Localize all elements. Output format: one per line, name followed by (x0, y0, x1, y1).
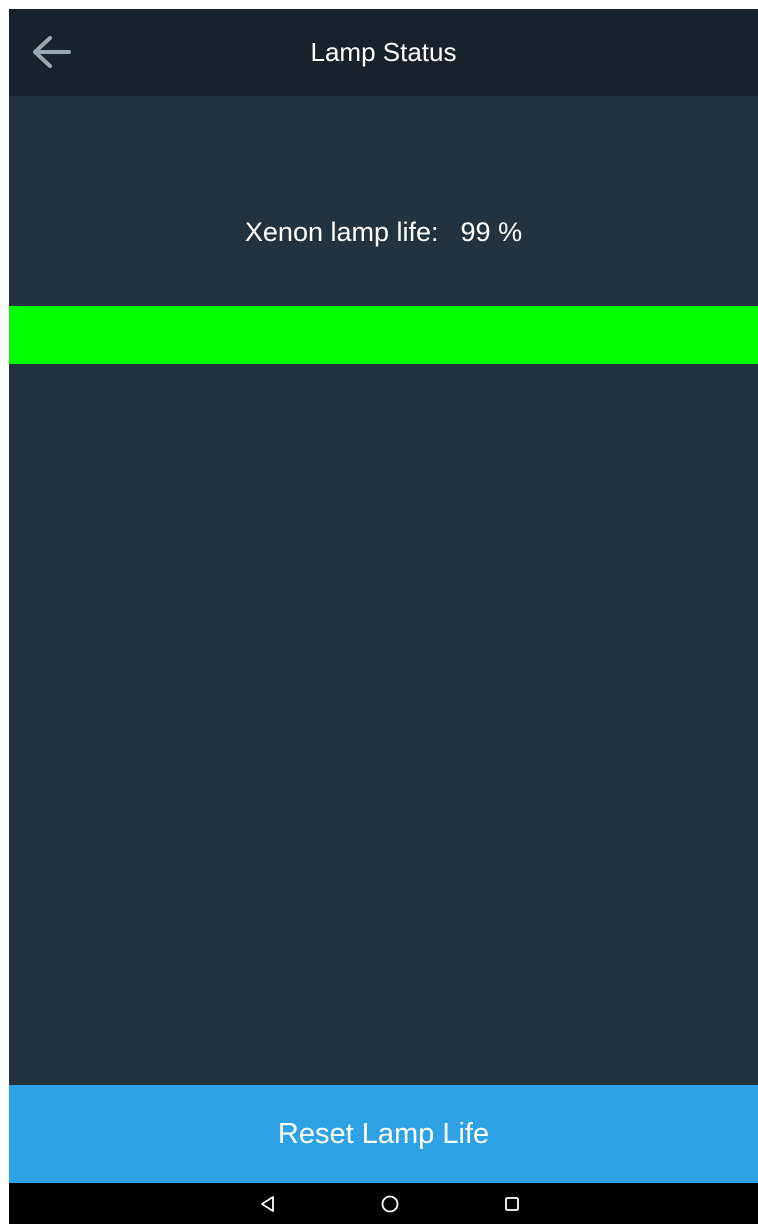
app-bar: Lamp Status (9, 9, 758, 96)
lamp-life-label: Xenon lamp life: (244, 217, 439, 247)
nav-back-triangle-icon (261, 1195, 274, 1212)
page-title: Lamp Status (310, 37, 457, 67)
lamp-life-value: 99 % (460, 217, 523, 247)
nav-back-button[interactable] (238, 1183, 298, 1224)
nav-recents-button[interactable] (482, 1183, 542, 1224)
system-navigation-bar (9, 1183, 758, 1224)
nav-recents-square-icon (505, 1196, 519, 1211)
lamp-status-content: Xenon lamp life: 99 % (9, 96, 758, 1085)
lamp-life-progress-fill (9, 306, 758, 364)
device-screen: Lamp Status Xenon lamp life: 99 % Reset L… (9, 9, 758, 1224)
lamp-life-row: Xenon lamp life: 99 % (9, 217, 758, 248)
lamp-life-progress-bar (9, 306, 758, 364)
nav-home-button[interactable] (360, 1183, 420, 1224)
nav-home-circle-icon (381, 1195, 399, 1212)
reset-lamp-life-button[interactable]: Reset Lamp Life (9, 1085, 758, 1183)
